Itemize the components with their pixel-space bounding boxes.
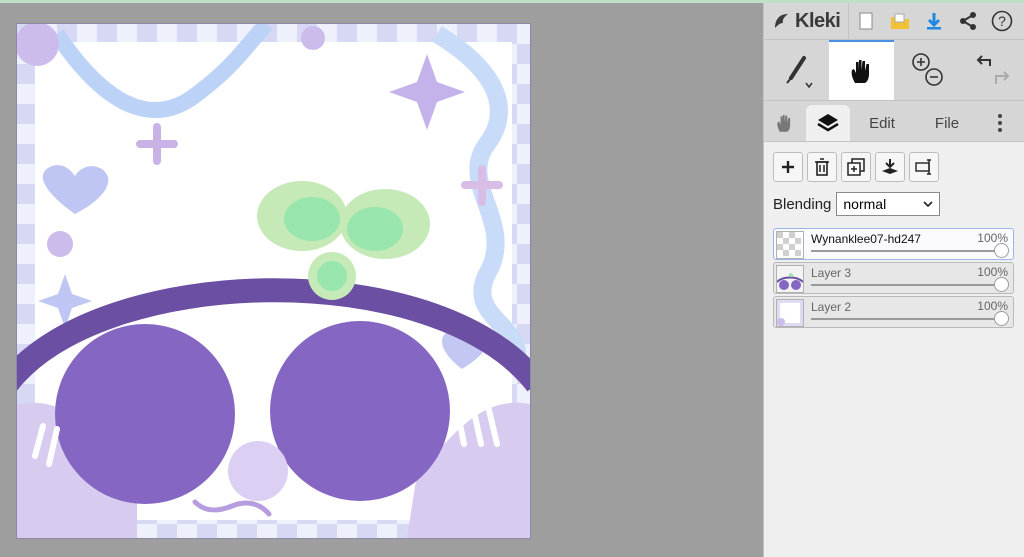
panel-tabs: Edit File xyxy=(764,101,1024,142)
help-button[interactable]: ? xyxy=(985,3,1019,39)
brush-icon xyxy=(785,56,813,89)
blending-row: Blending normal xyxy=(773,192,1016,216)
layer-3-thumbnail xyxy=(777,266,803,292)
tab-layers[interactable] xyxy=(806,105,850,141)
hand-tool[interactable] xyxy=(829,40,894,100)
new-image-button[interactable] xyxy=(849,3,883,39)
delete-layer-icon xyxy=(815,158,829,176)
sidebar: Kleki ? Edit File Blending normal Wynank… xyxy=(763,3,1024,557)
opacity-slider-handle[interactable] xyxy=(994,277,1009,292)
save-download-icon xyxy=(927,13,942,30)
add-layer-button[interactable] xyxy=(773,152,803,182)
canvas-artwork xyxy=(17,24,530,538)
undo-redo-tool[interactable] xyxy=(959,40,1024,100)
help-icon: ? xyxy=(992,10,1013,32)
opacity-slider-track[interactable] xyxy=(811,284,1000,286)
opacity-slider-handle[interactable] xyxy=(994,311,1009,326)
layer-2-thumbnail xyxy=(777,300,803,326)
rename-layer-button[interactable] xyxy=(909,152,939,182)
layer-name: Layer 2 xyxy=(811,300,852,314)
opacity-slider-track[interactable] xyxy=(811,318,1000,320)
opacity-slider-handle[interactable] xyxy=(994,243,1009,258)
delete-layer-button[interactable] xyxy=(807,152,837,182)
zoom-icon xyxy=(911,53,943,86)
hand-icon xyxy=(851,60,869,83)
undo-redo-icon xyxy=(976,55,1009,84)
share-button[interactable] xyxy=(951,3,985,39)
layer-thumbnail xyxy=(776,231,804,259)
layer-thumbnail xyxy=(776,299,804,327)
tab-edit[interactable]: Edit xyxy=(850,105,914,141)
layers-panel: Blending normal Wynanklee07-hd247 100% L… xyxy=(764,142,1024,557)
hand-icon xyxy=(777,114,791,132)
open-folder-icon xyxy=(891,13,910,29)
rename-layer-icon xyxy=(915,159,931,175)
drawing-canvas[interactable] xyxy=(17,24,530,538)
open-folder-button[interactable] xyxy=(883,3,917,39)
transparent-thumbnail xyxy=(777,232,803,258)
svg-text:?: ? xyxy=(998,13,1006,29)
canvas-workspace[interactable] xyxy=(0,3,763,557)
layer-thumbnail xyxy=(776,265,804,293)
zoom-tool[interactable] xyxy=(894,40,959,100)
tool-row xyxy=(764,40,1024,101)
layer-actions xyxy=(773,152,1016,182)
layer-item[interactable]: Layer 2 100% xyxy=(773,296,1014,328)
add-layer-icon xyxy=(782,161,794,173)
opacity-slider-track[interactable] xyxy=(811,250,1000,252)
kleki-logo[interactable]: Kleki xyxy=(764,3,850,39)
blending-select[interactable]: normal xyxy=(836,192,941,216)
layer-item[interactable]: Layer 3 100% xyxy=(773,262,1014,294)
layer-name: Wynanklee07-hd247 xyxy=(811,232,921,246)
top-toolbar: Kleki ? xyxy=(764,3,1024,40)
layer-name: Layer 3 xyxy=(811,266,852,280)
more-vertical-icon xyxy=(998,114,1002,132)
merge-layer-button[interactable] xyxy=(875,152,905,182)
kleki-logo-icon xyxy=(775,14,788,28)
chevron-down-icon xyxy=(923,201,933,208)
blending-value: normal xyxy=(843,196,887,212)
new-image-icon xyxy=(859,12,873,30)
save-button[interactable] xyxy=(917,3,951,39)
blending-label: Blending xyxy=(773,195,832,213)
brush-tool[interactable] xyxy=(764,40,829,100)
duplicate-layer-button[interactable] xyxy=(841,152,871,182)
layer-item[interactable]: Wynanklee07-hd247 100% xyxy=(773,228,1014,260)
share-icon xyxy=(960,12,977,30)
tab-hand[interactable] xyxy=(764,105,806,141)
tab-file[interactable]: File xyxy=(914,105,980,141)
tab-more[interactable] xyxy=(980,105,1020,141)
layers-icon xyxy=(817,114,839,132)
duplicate-layer-icon xyxy=(847,158,865,176)
app-name: Kleki xyxy=(795,9,841,32)
merge-layer-icon xyxy=(882,159,898,174)
